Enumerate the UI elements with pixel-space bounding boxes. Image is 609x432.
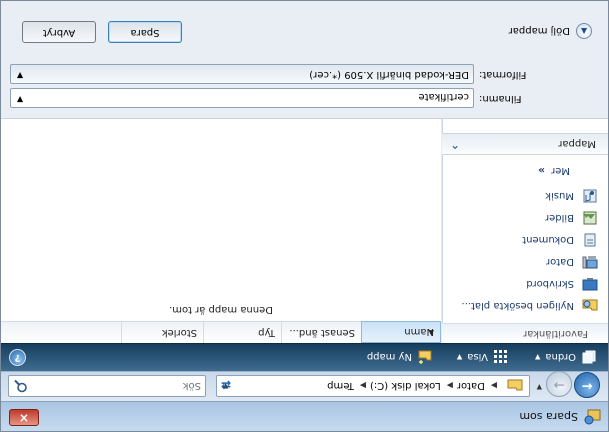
sidebar-item-label: Skrivbord	[526, 278, 574, 290]
hide-folders-button[interactable]: ▲ Dölj mappar	[509, 23, 592, 39]
filename-field[interactable]: ▼	[10, 88, 474, 108]
save-button[interactable]: Spara	[108, 21, 182, 43]
folders-toggle[interactable]: Mappar ⌃	[442, 133, 608, 155]
sidebar-item-label: Musik	[545, 190, 574, 202]
column-header-row: ▲ Namn Senast änd... Typ Storlek	[1, 321, 441, 343]
history-dropdown-icon[interactable]: ▼	[532, 381, 542, 391]
cancel-button[interactable]: Avbryt	[22, 21, 96, 43]
hide-folders-label: Dölj mappar	[508, 25, 570, 37]
pictures-icon	[583, 211, 597, 225]
chevron-down-icon[interactable]: ▼	[17, 95, 23, 104]
chevron-right-icon[interactable]: ▶	[360, 382, 366, 391]
command-toolbar: Ordna ▼ Visa ▼ Ny mapp ?	[1, 343, 608, 371]
title-bar: Spara som ×	[1, 401, 608, 431]
format-label: Filformat:	[479, 69, 527, 80]
format-select[interactable]: DER-kodad binärfil X.509 (*.cer) ▼	[10, 64, 474, 84]
favorites-header: Favoritlänkar	[442, 323, 608, 343]
column-header-date-modified[interactable]: Senast änd...	[281, 321, 361, 343]
search-icon[interactable]	[13, 378, 29, 394]
desktop-icon	[582, 278, 598, 291]
format-value: DER-kodad binärfil X.509 (*.cer)	[309, 69, 469, 80]
file-list[interactable]: ▲ Namn Senast änd... Typ Storlek Denna m…	[1, 119, 441, 343]
column-header-type[interactable]: Typ	[203, 321, 281, 343]
breadcrumb-item-lokal-disk[interactable]: Lokal disk (C:)	[370, 381, 441, 392]
help-icon[interactable]: ?	[9, 349, 26, 366]
folder-icon	[507, 379, 523, 391]
documents-icon	[584, 233, 596, 247]
breadcrumb-item-dator[interactable]: Dator	[457, 381, 485, 392]
computer-icon	[582, 256, 598, 269]
search-input[interactable]	[41, 379, 201, 393]
column-header-label: Typ	[258, 327, 275, 338]
navigation-pane: Favoritlänkar Nyligen besökta plat... Sk…	[442, 119, 608, 343]
sidebar-item-recent-places[interactable]: Nyligen besökta plat...	[448, 297, 598, 315]
views-button[interactable]: Visa ▼	[457, 349, 508, 365]
chevron-down-icon[interactable]: ▼	[17, 71, 23, 80]
organize-button[interactable]: Ordna ▼	[535, 349, 596, 365]
favorites-header-label: Favoritlänkar	[523, 328, 588, 339]
recent-places-icon	[582, 299, 598, 311]
filename-label: Filnamn:	[479, 93, 522, 104]
file-fields: Filnamn: ▼ Filformat: DER-kodad binärfil…	[1, 59, 608, 119]
filename-input[interactable]	[49, 90, 469, 104]
arrow-left-icon: ←	[581, 378, 593, 393]
empty-folder-message: Denna mapp är tom.	[169, 304, 273, 315]
sidebar-item-music[interactable]: Musik	[448, 187, 598, 205]
sidebar-item-desktop[interactable]: Skrivbord	[448, 275, 598, 293]
save-as-dialog: Spara som × ← → ▼ ▶ Dator ▶ Lokal disk (…	[0, 0, 609, 432]
music-icon	[583, 189, 597, 203]
views-label: Visa	[467, 351, 488, 363]
column-header-name[interactable]: ▲ Namn	[361, 321, 441, 343]
sidebar-item-label: Dator	[546, 256, 574, 268]
column-header-size[interactable]: Storlek	[121, 321, 203, 343]
more-link[interactable]: Mer »	[538, 164, 570, 177]
breadcrumb-item-temp[interactable]: Temp	[327, 381, 354, 392]
arrow-right-icon: →	[553, 377, 565, 392]
search-box[interactable]	[8, 375, 206, 397]
chevron-right-icon[interactable]: ▶	[447, 382, 453, 391]
column-header-label: Storlek	[161, 327, 197, 338]
refresh-button[interactable]: ⇄	[216, 377, 236, 393]
sidebar-item-label: Dokument	[522, 234, 574, 246]
organize-icon	[582, 350, 596, 364]
chevron-up-icon: ⌃	[450, 137, 461, 151]
chevron-down-icon: ▼	[456, 353, 463, 361]
new-folder-label: Ny mapp	[366, 351, 412, 363]
sidebar-item-documents[interactable]: Dokument	[448, 231, 598, 249]
forward-button[interactable]: →	[546, 371, 572, 397]
window-title: Spara som	[519, 410, 578, 423]
breadcrumb[interactable]: ▶ Dator ▶ Lokal disk (C:) ▶ Temp ▼	[216, 375, 530, 397]
chevron-down-icon: ▼	[534, 353, 541, 361]
save-app-icon	[584, 409, 601, 425]
close-button[interactable]: ×	[9, 409, 39, 426]
sidebar-item-computer[interactable]: Dator	[448, 253, 598, 271]
column-header-label: Namn	[404, 326, 434, 337]
double-chevron-icon: »	[537, 164, 546, 177]
sidebar-item-label: Bilder	[544, 212, 574, 224]
column-header-label: Senast änd...	[289, 327, 355, 338]
sidebar-item-label: Nyligen besökta plat...	[461, 300, 574, 312]
back-button[interactable]: ←	[574, 372, 600, 398]
organize-label: Ordna	[545, 351, 576, 363]
new-folder-icon	[418, 350, 432, 364]
chevron-up-icon: ▲	[576, 23, 592, 39]
dialog-footer: ▲ Dölj mappar Spara Avbryt	[1, 1, 608, 59]
more-label: Mer	[551, 165, 570, 176]
address-row: ← → ▼ ▶ Dator ▶ Lokal disk (C:) ▶ Temp ▼…	[1, 371, 608, 401]
chevron-right-icon[interactable]: ▶	[491, 382, 497, 391]
new-folder-button[interactable]: Ny mapp	[367, 349, 432, 365]
folders-label: Mappar	[558, 138, 596, 149]
sidebar-item-pictures[interactable]: Bilder	[448, 209, 598, 227]
refresh-icon: ⇄	[220, 378, 232, 392]
views-icon	[494, 350, 507, 363]
